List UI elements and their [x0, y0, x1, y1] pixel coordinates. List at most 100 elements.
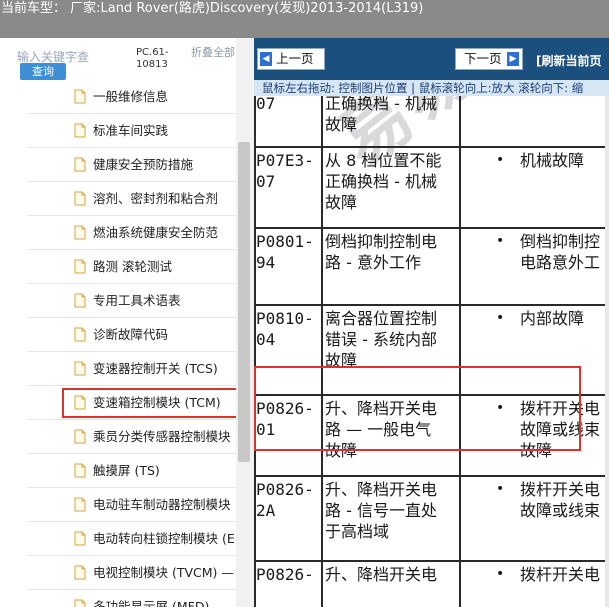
next-page-label: 下一页	[464, 51, 502, 66]
left-arrow-icon: ◀	[260, 52, 272, 66]
dtc-description: 于高档域	[325, 522, 390, 541]
tree-item[interactable]: 健康安全预防措施	[27, 148, 236, 182]
tree-item[interactable]: 标准车间实践	[27, 114, 236, 148]
dtc-code: P07E3-	[256, 151, 314, 170]
dtc-description: 故障	[325, 115, 358, 134]
tree-item[interactable]: 变速箱控制模块 (TCM)	[27, 386, 236, 420]
document-icon	[74, 463, 86, 478]
possible-cause: 故障或线束	[520, 501, 601, 520]
dtc-description: 升、降档开关电	[325, 565, 438, 584]
dtc-description: 升、降档开关电	[325, 480, 438, 499]
possible-cause: 拨杆开关电	[520, 565, 601, 584]
search-button[interactable]: 查询	[20, 63, 66, 80]
document-icon	[74, 157, 86, 172]
dtc-code: 07	[256, 172, 276, 191]
document-icon	[74, 123, 86, 138]
document-icon	[74, 429, 86, 444]
tree-item[interactable]: 一般维修信息	[27, 80, 236, 114]
tree-item[interactable]: 变速器控制开关 (TCS)	[27, 352, 236, 386]
left-panel: 输入关键字查 查询 PC.61-10813 折叠全部 ▲ 一般维修信息标准车间实…	[0, 38, 254, 607]
tree-item[interactable]: 路测 滚轮测试	[27, 250, 236, 284]
table-row-border	[254, 560, 609, 562]
document-viewer: ◀ 上一页 下一页 ▶ [刷新当前页 鼠标左右拖动: 控制图片位置 | 鼠标滚轮…	[254, 38, 609, 607]
dtc-description: 故障	[325, 193, 358, 212]
possible-cause: 机械故障	[520, 151, 585, 170]
left-scrollbar-thumb[interactable]	[238, 142, 250, 462]
tree-item-label: 变速器控制开关 (TCS)	[93, 361, 218, 376]
dtc-code: 2A	[256, 501, 276, 520]
table-row-border	[254, 475, 609, 477]
tree-item[interactable]: 专用工具术语表	[27, 284, 236, 318]
title-bar: 当前车型： 厂家:Land Rover(路虎)Discovery(发现)2013…	[0, 0, 609, 38]
usage-hint: 鼠标左右拖动: 控制图片位置 | 鼠标滚轮向上:放大 滚轮向下: 缩	[254, 80, 609, 96]
current-vehicle-text: 当前车型： 厂家:Land Rover(路虎)Discovery(发现)2013…	[1, 1, 424, 16]
possible-cause: 内部故障	[520, 309, 585, 328]
dtc-description: 正确换档 - 机械	[325, 172, 437, 191]
left-scrollbar[interactable]	[236, 38, 254, 607]
tree-item-label: 诊断故障代码	[93, 327, 169, 342]
tree-item-label: 触摸屏 (TS)	[93, 463, 160, 478]
dtc-code: P0826-	[256, 565, 314, 584]
dtc-code: 07	[256, 96, 276, 113]
dtc-code: P0826-	[256, 480, 314, 499]
prev-page-label: 上一页	[276, 51, 314, 66]
viewer-scrollbar[interactable]	[605, 96, 609, 607]
bullet: •	[496, 310, 505, 326]
pc-code-label: PC.61-10813	[136, 47, 169, 70]
collapse-all-link[interactable]: 折叠全部	[191, 47, 235, 59]
tree-item-label: 乘员分类传感器控制模块	[93, 429, 231, 444]
prev-page-button[interactable]: ◀ 上一页	[257, 48, 325, 70]
document-icon	[74, 89, 86, 104]
dtc-description: 从 8 档位置不能	[325, 151, 442, 170]
dtc-description: 错误 - 系统内部	[325, 330, 437, 349]
tree-item[interactable]: 电动驻车制动器控制模块	[27, 488, 236, 522]
dtc-code: 04	[256, 330, 276, 349]
tree-item-label: 溶剂、密封剂和粘合剂	[93, 191, 219, 206]
tree-item-label: 专用工具术语表	[93, 293, 181, 308]
refresh-page-link[interactable]: [刷新当前页	[536, 52, 602, 69]
dtc-description: 离合器位置控制	[325, 309, 438, 328]
tree-item-label: 燃油系统健康安全防范	[93, 225, 219, 240]
tree-item-label: 电动驻车制动器控制模块	[93, 497, 231, 512]
tree-item-label: 多功能显示屏 (MFD)	[93, 599, 210, 607]
tree-item[interactable]: 诊断故障代码	[27, 318, 236, 352]
bullet: •	[496, 566, 505, 582]
possible-cause: 倒档抑制控	[520, 232, 601, 251]
tree-item[interactable]: 电动转向柱锁控制模块 (E	[27, 522, 236, 556]
document-icon	[74, 531, 86, 546]
tree-item[interactable]: 触摸屏 (TS)	[27, 454, 236, 488]
document-icon	[74, 565, 86, 580]
document-page[interactable]: 易易汽 P07E2-07从 7 档位置不能正确换档 - 机械故障•机械故障P07…	[254, 96, 609, 607]
document-icon	[74, 497, 86, 512]
tree-item[interactable]: 乘员分类传感器控制模块	[27, 420, 236, 454]
right-arrow-icon: ▶	[507, 52, 519, 66]
tree-item-label: 健康安全预防措施	[93, 157, 194, 172]
document-icon	[74, 599, 86, 607]
table-column-border	[321, 96, 323, 607]
tree-item-label: 电动转向柱锁控制模块 (E	[93, 531, 235, 546]
next-page-button[interactable]: 下一页 ▶	[455, 48, 523, 70]
table-row-border	[254, 304, 609, 306]
tree-item-label: 电视控制模块 (TVCM) —	[93, 565, 234, 580]
document-icon	[74, 225, 86, 240]
tree-item[interactable]: 燃油系统健康安全防范	[27, 216, 236, 250]
tree-item[interactable]: 多功能显示屏 (MFD)	[27, 590, 236, 607]
tree-item[interactable]: 溶剂、密封剂和粘合剂	[27, 182, 236, 216]
tree-item[interactable]: 电视控制模块 (TVCM) —	[27, 556, 236, 590]
manual-tree: 一般维修信息标准车间实践健康安全预防措施溶剂、密封剂和粘合剂 燃油系统健康安全防范…	[0, 80, 236, 607]
document-icon	[74, 327, 86, 342]
tree-item-label: 路测 滚轮测试	[93, 259, 172, 274]
dtc-description: 路 - 信号一直处	[325, 501, 437, 520]
row-highlight-box	[254, 366, 581, 451]
bullet: •	[496, 152, 505, 168]
possible-cause: 电路意外工	[520, 253, 601, 272]
table-row-border	[254, 227, 609, 229]
document-icon	[74, 191, 86, 206]
bullet: •	[496, 481, 505, 497]
selection-highlight-box	[62, 388, 236, 418]
document-icon	[74, 259, 86, 274]
table-row-border	[254, 146, 609, 148]
bullet: •	[496, 233, 505, 249]
tree-item-label: 标准车间实践	[93, 123, 169, 138]
viewer-toolbar: ◀ 上一页 下一页 ▶ [刷新当前页	[254, 38, 609, 80]
